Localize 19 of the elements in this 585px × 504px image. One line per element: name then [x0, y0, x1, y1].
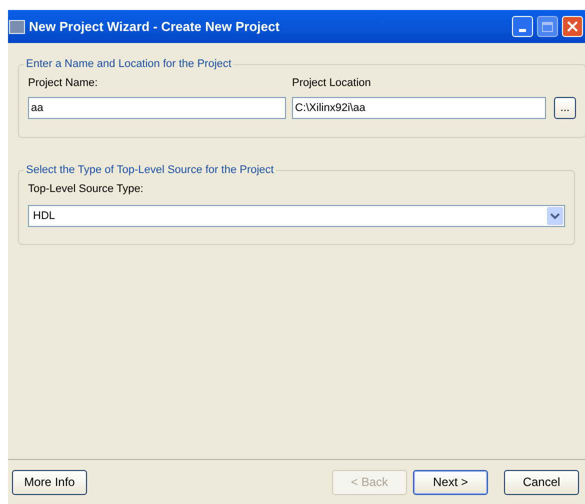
close-icon	[567, 21, 578, 32]
browse-button[interactable]: ...	[554, 97, 576, 119]
source-type-dropdown[interactable]: HDL	[28, 205, 565, 227]
project-name-field[interactable]: aa	[28, 97, 286, 119]
more-info-button[interactable]: More Info	[12, 470, 87, 494]
project-location-field[interactable]: C:\Xilinx92i\aa	[292, 97, 546, 119]
dropdown-value: HDL	[33, 208, 56, 224]
maximize-button[interactable]	[537, 16, 558, 37]
group-title: Enter a Name and Location for the Project	[25, 57, 232, 72]
field-label: Project Location	[292, 76, 372, 90]
cancel-button[interactable]: Cancel	[504, 470, 579, 494]
field-label: Project Name:	[28, 76, 99, 90]
close-button[interactable]	[562, 16, 583, 37]
next-button[interactable]: Next >	[413, 470, 488, 494]
window-title: New Project Wizard - Create New Project	[29, 18, 281, 36]
app-icon	[9, 20, 25, 34]
field-label: Top-Level Source Type:	[28, 182, 144, 196]
minimize-button[interactable]	[512, 16, 533, 37]
group-title: Select the Type of Top-Level Source for the Project	[25, 163, 275, 178]
